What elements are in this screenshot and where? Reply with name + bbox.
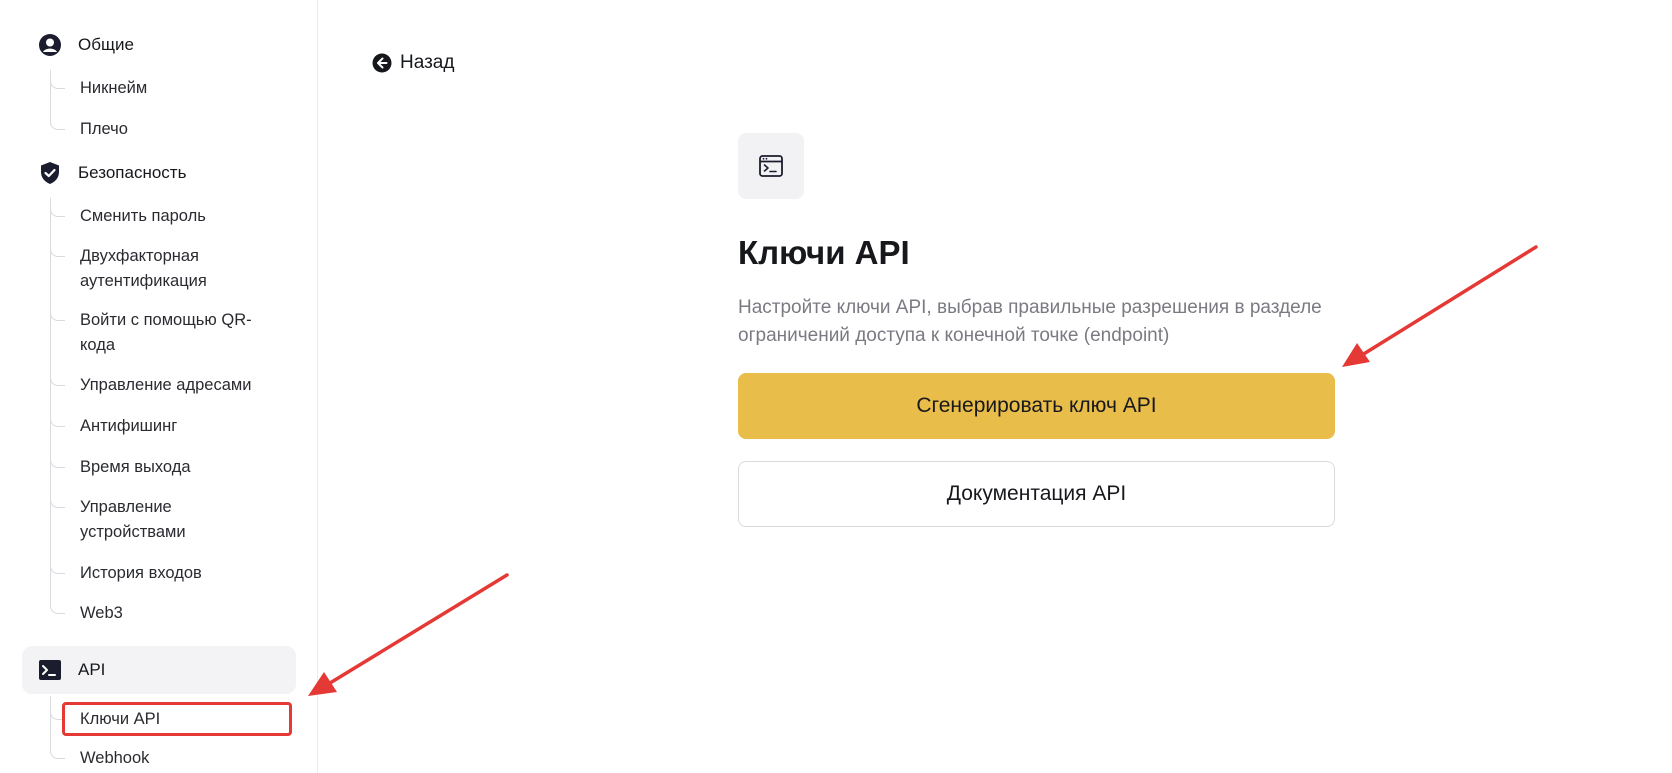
sidebar-item-change-password[interactable]: Сменить пароль bbox=[50, 202, 294, 229]
arrow-left-circle-icon bbox=[372, 53, 392, 73]
sidebar-section-general[interactable]: Общие bbox=[22, 21, 296, 69]
sidebar-item-logout-time[interactable]: Время выхода bbox=[50, 453, 294, 480]
sidebar-item-antiphishing[interactable]: Антифишинг bbox=[50, 412, 294, 439]
back-label: Назад bbox=[400, 52, 455, 73]
sidebar-item-device-management[interactable]: Управление устройствами bbox=[50, 493, 294, 545]
annotation-arrow bbox=[308, 573, 509, 696]
settings-sidebar: Общие Никнейм Плечо Безопасность Сменить… bbox=[0, 0, 318, 773]
sidebar-item-address-management[interactable]: Управление адресами bbox=[50, 371, 294, 398]
back-link[interactable]: Назад bbox=[372, 52, 454, 74]
sidebar-section-label: API bbox=[78, 660, 106, 679]
sidebar-item-nickname[interactable]: Никнейм bbox=[50, 74, 294, 101]
annotation-highlight-box bbox=[62, 702, 292, 736]
sidebar-item-webhook[interactable]: Webhook bbox=[50, 744, 294, 771]
sidebar-item-2fa[interactable]: Двухфакторная аутентификация bbox=[50, 242, 294, 294]
annotation-arrow bbox=[1342, 245, 1538, 367]
api-documentation-button[interactable]: Документация API bbox=[738, 461, 1335, 527]
terminal-window-icon bbox=[738, 133, 804, 199]
sidebar-section-api[interactable]: API bbox=[22, 646, 296, 694]
sidebar-item-leverage[interactable]: Плечо bbox=[50, 115, 294, 142]
shield-check-icon bbox=[38, 161, 62, 185]
generate-api-key-button[interactable]: Сгенерировать ключ API bbox=[738, 373, 1335, 439]
sidebar-item-qr-login[interactable]: Войти с помощью QR- кода bbox=[50, 306, 294, 358]
page-description: Настройте ключи API, выбрав правильные р… bbox=[738, 297, 1322, 346]
sidebar-section-security[interactable]: Безопасность bbox=[22, 149, 296, 197]
terminal-icon bbox=[38, 658, 62, 682]
sidebar-item-web3[interactable]: Web3 bbox=[50, 599, 294, 626]
user-circle-icon bbox=[38, 33, 62, 57]
page-title: Ключи API bbox=[738, 234, 910, 271]
sidebar-section-label: Общие bbox=[78, 35, 134, 54]
sidebar-item-login-history[interactable]: История входов bbox=[50, 559, 294, 586]
sidebar-section-label: Безопасность bbox=[78, 163, 187, 182]
